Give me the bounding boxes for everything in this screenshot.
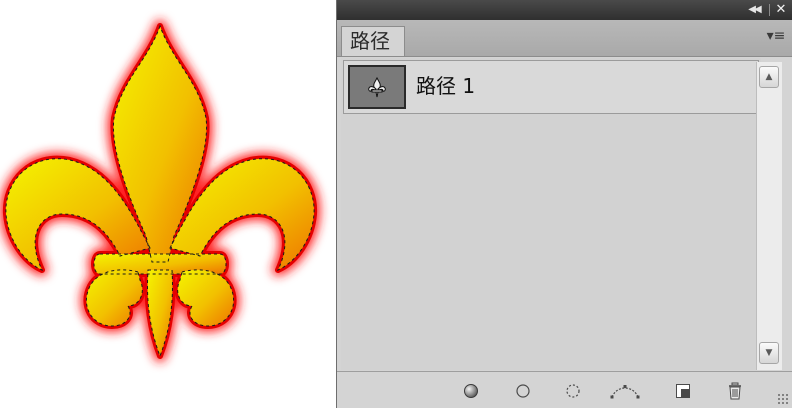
vertical-scrollbar[interactable]: ▲ ▼ [756,62,782,370]
fleur-de-lis-thumbnail[interactable] [348,65,406,109]
titlebar-divider [769,4,770,16]
close-icon[interactable]: ✕ [774,2,788,17]
load-path-as-selection-icon[interactable] [563,381,583,401]
collapse-icon[interactable]: ◀◀ [746,3,762,17]
tab-paths[interactable]: 路径 [341,26,405,56]
fill-path-icon[interactable] [461,381,481,401]
panel-menu-icon[interactable]: ▾≡ [766,28,786,44]
panel-tab-bar: 路径 ▾≡ [337,20,792,57]
resize-grip-icon[interactable] [777,393,789,405]
path-row[interactable]: 路径 1 [343,60,759,114]
path-name[interactable]: 路径 1 [416,71,475,101]
delete-path-icon[interactable] [725,381,745,401]
make-work-path-icon[interactable] [609,381,641,401]
fleur-de-lis-artwork [0,0,336,408]
fleur-de-lis-thumbnail-icon [368,76,386,98]
canvas-artwork [0,0,336,408]
scroll-down-icon[interactable]: ▼ [759,342,779,364]
paths-list: 路径 1 [341,58,761,370]
scroll-up-icon[interactable]: ▲ [759,66,779,88]
stroke-path-icon[interactable] [513,381,533,401]
panel-titlebar[interactable]: ◀◀ ✕ [337,0,792,20]
paths-panel: ◀◀ ✕ 路径 ▾≡ 路径 1 ▲ ▼ [336,0,792,408]
new-path-icon[interactable] [673,381,693,401]
panel-footer [337,371,792,408]
